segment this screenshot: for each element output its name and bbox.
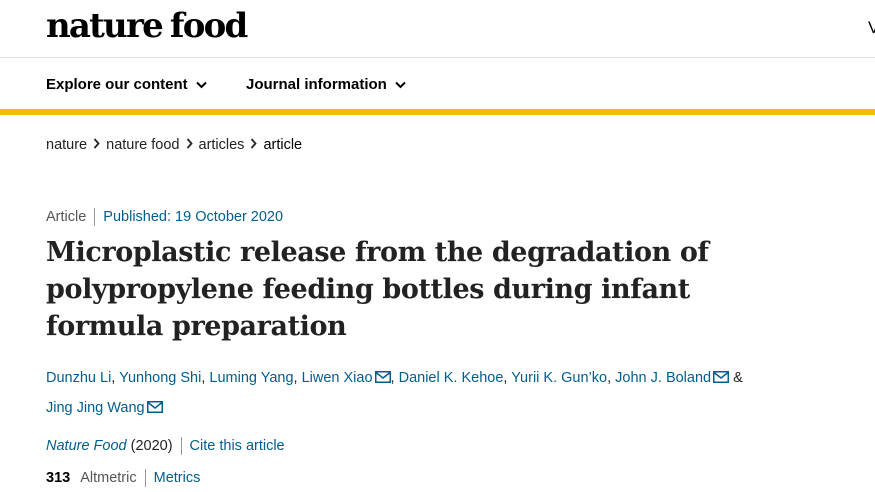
nav-explore-label: Explore our content <box>46 76 188 93</box>
accent-divider <box>0 109 875 115</box>
title-line: polypropylene feeding bottles during inf… <box>46 274 690 305</box>
citation-row: Nature Food (2020) Cite this article <box>46 437 285 455</box>
nav-journal-label: Journal information <box>246 76 387 93</box>
email-icon[interactable] <box>713 365 730 394</box>
meta-divider <box>180 437 182 455</box>
author-link[interactable]: Daniel K. Kehoe <box>399 370 504 386</box>
breadcrumb-nature-food[interactable]: nature food <box>106 137 179 153</box>
metrics-row: 313 Altmetric Metrics <box>46 469 200 487</box>
altmetric-label: Altmetric <box>80 470 137 486</box>
author-link[interactable]: Jing Jing Wang <box>46 400 145 416</box>
breadcrumb-current: article <box>263 137 303 153</box>
journal-name[interactable]: Nature Food <box>46 438 127 454</box>
chevron-right-icon <box>250 137 258 153</box>
author-list: Dunzhu Li, Yunhong Shi, Luming Yang, Liw… <box>46 364 846 424</box>
title-line: formula preparation <box>46 311 347 342</box>
nav-journal-information[interactable]: Journal information <box>246 76 406 93</box>
author-link[interactable]: John J. Boland <box>615 370 711 386</box>
chevron-down-icon <box>195 76 207 93</box>
header-edge-glyph[interactable]: V <box>868 18 875 38</box>
author-link[interactable]: Dunzhu Li <box>46 370 111 386</box>
breadcrumb: nature nature food articles article <box>46 137 302 153</box>
published-date[interactable]: Published: 19 October 2020 <box>103 209 283 225</box>
article-meta: Article Published: 19 October 2020 <box>46 208 283 226</box>
cite-this-article-link[interactable]: Cite this article <box>190 438 285 454</box>
logo-word-food: food <box>169 6 248 46</box>
chevron-right-icon <box>186 137 193 153</box>
metrics-link[interactable]: Metrics <box>154 470 201 486</box>
journal-logo[interactable]: nature food <box>46 6 248 46</box>
nav-explore-content[interactable]: Explore our content <box>46 76 207 93</box>
author-link[interactable]: Yurii K. Gun’ko <box>511 370 607 386</box>
email-icon[interactable] <box>146 395 163 424</box>
chevron-down-icon <box>395 76 406 93</box>
author-link[interactable]: Liwen Xiao <box>302 370 373 386</box>
main-nav: Explore our content Journal information <box>0 59 875 109</box>
altmetric-score[interactable]: 313 <box>46 470 70 486</box>
article-type: Article <box>46 209 87 225</box>
article-title: Microplastic release from the degradatio… <box>46 234 766 345</box>
breadcrumb-articles[interactable]: articles <box>199 137 245 153</box>
author-link[interactable]: Luming Yang <box>209 370 293 386</box>
title-line: Microplastic release from the degradatio… <box>46 237 709 268</box>
site-header: nature food V <box>0 0 875 58</box>
meta-divider <box>94 208 96 226</box>
email-icon[interactable] <box>374 365 391 394</box>
chevron-right-icon <box>93 137 100 153</box>
meta-divider <box>144 469 146 487</box>
publication-year: (2020) <box>130 438 173 454</box>
author-link[interactable]: Yunhong Shi <box>119 370 201 386</box>
breadcrumb-nature[interactable]: nature <box>46 137 87 153</box>
logo-word-nature: nature <box>46 6 164 46</box>
author-ampersand: & <box>733 370 743 386</box>
